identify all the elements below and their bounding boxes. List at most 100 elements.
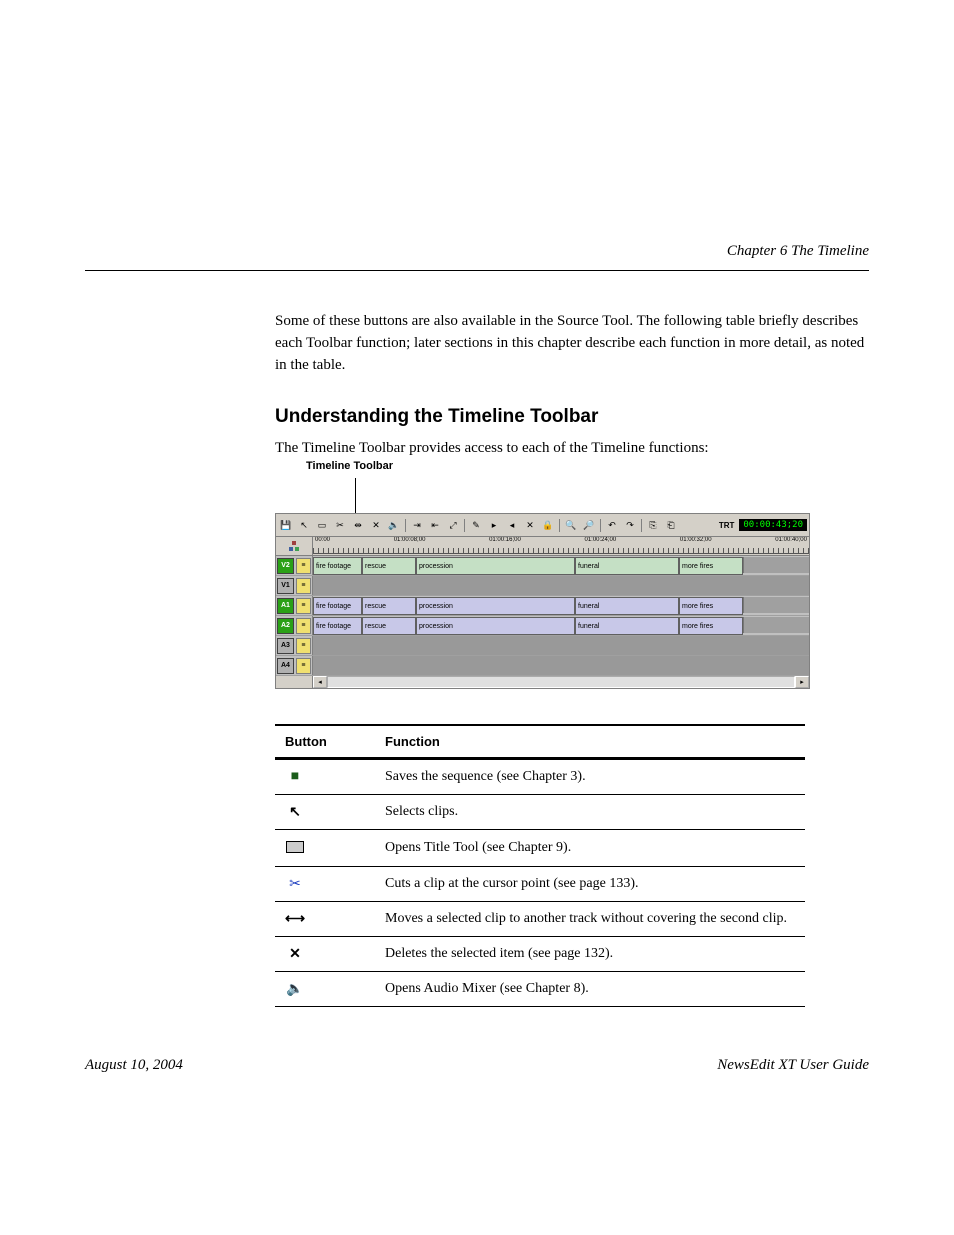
clip[interactable]: funeral (575, 557, 679, 575)
scroll-left-button[interactable]: ◂ (313, 676, 327, 688)
splice-icon[interactable]: ✂ (332, 517, 348, 533)
empty-track-area[interactable] (313, 576, 809, 595)
track-row-a2: A2≡fire footagerescueprocessionfuneralmo… (276, 616, 809, 636)
header-chapter-title: Chapter 6 The Timeline (727, 243, 869, 260)
timeline-ruler[interactable]: 00:0001:00:08;0001:00:16;0001:00:24;0001… (313, 537, 809, 555)
track-patch-v2[interactable]: ≡ (296, 558, 311, 574)
table-row: ■ Saves the sequence (see Chapter 3). (275, 759, 805, 795)
section-heading: Understanding the Timeline Toolbar (275, 406, 869, 428)
table-row: ⟷ Moves a selected clip to another track … (275, 902, 805, 937)
function-description: Opens Title Tool (see Chapter 9). (375, 830, 805, 867)
clip[interactable]: funeral (575, 617, 679, 635)
mark-out-icon[interactable]: ◂ (504, 517, 520, 533)
title-icon (285, 838, 305, 856)
track-selector-v1[interactable]: V1 (277, 578, 294, 594)
output-tools-icon[interactable]: ⇤ (427, 517, 443, 533)
trim-icon[interactable]: ⇹ (350, 517, 366, 533)
clip[interactable]: procession (416, 557, 575, 575)
settings-icon[interactable] (276, 537, 313, 555)
track-selector-a4[interactable]: A4 (277, 658, 294, 674)
table-row: ✂ Cuts a clip at the cursor point (see pa… (275, 867, 805, 902)
mixer-icon: 🔈 (285, 980, 305, 998)
trt-display: 00:00:43;20 (739, 519, 807, 531)
clip[interactable]: more fires (679, 617, 743, 635)
table-row: ↖ Selects clips. (275, 795, 805, 830)
audio-icon[interactable]: 🔈 (386, 517, 402, 533)
send-icon[interactable]: ⎘ (645, 517, 661, 533)
empty-track-area[interactable] (313, 636, 809, 655)
page-header: Chapter 6 The Timeline (85, 60, 869, 271)
track-row-a3: A3≡ (276, 636, 809, 656)
clip[interactable]: rescue (362, 617, 416, 635)
empty-track-area[interactable] (313, 656, 809, 675)
lock-icon[interactable]: 🔒 (540, 517, 556, 533)
track-patch-a3[interactable]: ≡ (296, 638, 311, 654)
timeline-screenshot: 💾↖▭✂⇹✕🔈⇥⇤⤢✎▸◂✕🔒🔍🔎↶↷⎘⎗TRT00:00:43;20 00:0… (275, 513, 810, 689)
function-description: Opens Audio Mixer (see Chapter 8). (375, 972, 805, 1007)
page-footer: August 10, 2004 NewsEdit XT User Guide (85, 1057, 869, 1074)
cut-icon: ✂ (285, 875, 305, 893)
clip[interactable]: fire footage (313, 557, 362, 575)
zoom-out-icon[interactable]: 🔎 (581, 517, 597, 533)
save-icon: ■ (285, 768, 305, 786)
timeline-ruler-row: 00:0001:00:08;0001:00:16;0001:00:24;0001… (276, 537, 809, 556)
track-row-v1: V1≡ (276, 576, 809, 596)
clip[interactable]: fire footage (313, 617, 362, 635)
track-patch-a1[interactable]: ≡ (296, 598, 311, 614)
callout-label: Timeline Toolbar (306, 460, 393, 472)
footer-product: NewsEdit XT User Guide (717, 1057, 869, 1074)
clip[interactable]: more fires (679, 557, 743, 575)
function-description: Deletes the selected item (see page 132)… (375, 937, 805, 972)
track-patch-a4[interactable]: ≡ (296, 658, 311, 674)
arrow-icon: ↖ (285, 803, 305, 821)
function-description: Saves the sequence (see Chapter 3). (375, 759, 805, 795)
zoom-in-icon[interactable]: 🔍 (563, 517, 579, 533)
clip[interactable]: funeral (575, 597, 679, 615)
assign-icon[interactable]: ⎗ (663, 517, 679, 533)
fit-icon[interactable]: ⤢ (445, 517, 461, 533)
horizontal-scrollbar[interactable]: ◂ ▸ (276, 676, 809, 688)
splice-icon: ⟷ (285, 910, 305, 928)
toolbar-function-table: Button Function ■ Saves the sequence (see… (275, 724, 805, 1007)
save-icon[interactable]: 💾 (278, 517, 294, 533)
undo-icon[interactable]: ↶ (604, 517, 620, 533)
table-header-function: Function (375, 725, 805, 758)
clip[interactable]: rescue (362, 557, 416, 575)
redo-icon[interactable]: ↷ (622, 517, 638, 533)
arrow-icon[interactable]: ↖ (296, 517, 312, 533)
trt-label: TRT (719, 521, 735, 530)
delete-x-icon[interactable]: ✕ (368, 517, 384, 533)
timeline-toolbar: 💾↖▭✂⇹✕🔈⇥⇤⤢✎▸◂✕🔒🔍🔎↶↷⎘⎗TRT00:00:43;20 (276, 514, 809, 537)
table-header-button: Button (275, 725, 375, 758)
clip[interactable]: fire footage (313, 597, 362, 615)
section-paragraph: The Timeline Toolbar provides access to … (275, 438, 869, 460)
intro-paragraph: Some of these buttons are also available… (275, 311, 869, 376)
table-row: 🔈 Opens Audio Mixer (see Chapter 8). (275, 972, 805, 1007)
track-selector-a2[interactable]: A2 (277, 618, 294, 634)
function-description: Cuts a clip at the cursor point (see pag… (375, 867, 805, 902)
input-tools-icon[interactable]: ⇥ (409, 517, 425, 533)
clip[interactable]: procession (416, 597, 575, 615)
track-selector-a3[interactable]: A3 (277, 638, 294, 654)
track-patch-a2[interactable]: ≡ (296, 618, 311, 634)
function-description: Moves a selected clip to another track w… (375, 902, 805, 937)
track-patch-v1[interactable]: ≡ (296, 578, 311, 594)
track-row-a4: A4≡ (276, 656, 809, 676)
function-description: Selects clips. (375, 795, 805, 830)
table-row: ✕ Deletes the selected item (see page 132… (275, 937, 805, 972)
cut-mode-icon[interactable]: ▭ (314, 517, 330, 533)
clip[interactable]: procession (416, 617, 575, 635)
fx-icon[interactable]: ✎ (468, 517, 484, 533)
track-selector-a1[interactable]: A1 (277, 598, 294, 614)
track-row-v2: V2≡fire footagerescueprocessionfuneralmo… (276, 556, 809, 576)
track-selector-v2[interactable]: V2 (277, 558, 294, 574)
delete-icon: ✕ (285, 945, 305, 963)
scroll-right-button[interactable]: ▸ (795, 676, 809, 688)
track-row-a1: A1≡fire footagerescueprocessionfuneralmo… (276, 596, 809, 616)
x-icon[interactable]: ✕ (522, 517, 538, 533)
clip[interactable]: rescue (362, 597, 416, 615)
table-row: Opens Title Tool (see Chapter 9). (275, 830, 805, 867)
clip[interactable]: more fires (679, 597, 743, 615)
mark-in-icon[interactable]: ▸ (486, 517, 502, 533)
footer-date: August 10, 2004 (85, 1057, 183, 1074)
